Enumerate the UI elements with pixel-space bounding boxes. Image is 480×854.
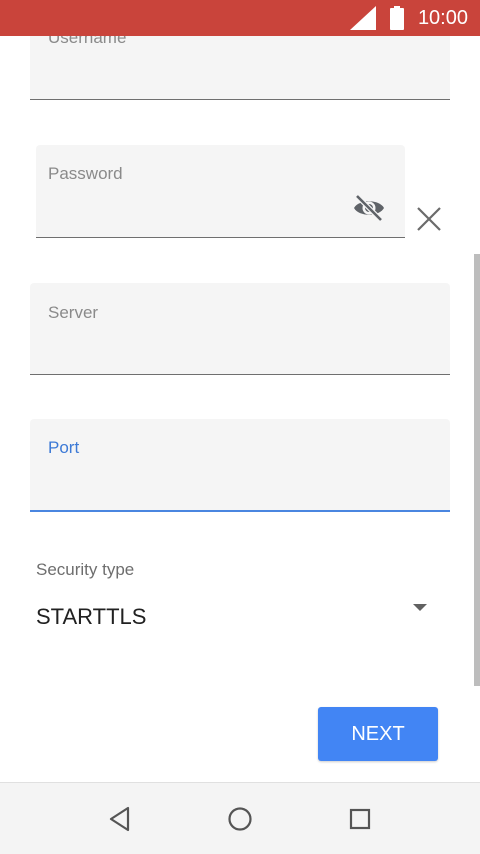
status-time: 10:00 (417, 6, 468, 29)
port-field[interactable]: Port (30, 419, 450, 512)
home-button[interactable] (220, 799, 260, 839)
battery-icon (389, 6, 404, 30)
security-type-value: STARTTLS (36, 604, 147, 629)
server-field[interactable]: Server (30, 283, 450, 375)
recents-icon (349, 808, 371, 830)
signal-icon (349, 6, 376, 30)
server-label: Server (48, 303, 99, 322)
close-icon (417, 207, 441, 231)
status-icons-overlay: 10:00 (349, 0, 468, 36)
security-type-dropdown[interactable]: STARTTLS (30, 592, 450, 642)
password-clear-button[interactable] (408, 198, 450, 240)
back-icon (109, 806, 130, 832)
port-label: Port (48, 438, 80, 457)
scrollbar[interactable] (474, 254, 480, 686)
eye-off-icon (354, 194, 384, 222)
back-button[interactable] (100, 799, 140, 839)
navigation-bar (0, 782, 480, 854)
password-label: Password (48, 164, 123, 183)
status-bar-overlay: 10:00 (0, 0, 480, 36)
home-icon (228, 807, 252, 831)
dropdown-arrow-icon (413, 604, 427, 611)
recents-button[interactable] (340, 799, 380, 839)
password-visibility-toggle[interactable] (348, 191, 390, 225)
next-button[interactable]: NEXT (318, 707, 438, 761)
security-type-label: Security type (36, 560, 135, 579)
